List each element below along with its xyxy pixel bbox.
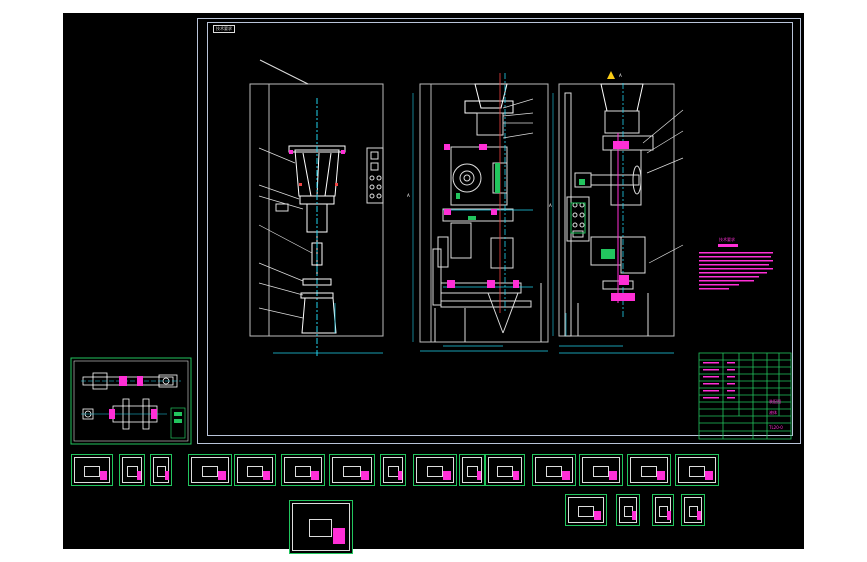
thumbnail-sheet-a-2[interactable]: [119, 454, 145, 486]
notes-title: 技术要求: [719, 237, 735, 242]
thumbnail-accent-mark: [609, 470, 617, 480]
thumbnail-sheet-a-15[interactable]: [675, 454, 719, 486]
title-block-name: 装配图: [769, 399, 781, 404]
left-detail-sheet: [70, 357, 192, 445]
rear-view-accents: [570, 71, 684, 301]
thumbnail-sheet-b-5[interactable]: [681, 494, 705, 526]
thumbnail-drawing-mark: [545, 465, 563, 477]
thumbnail-drawing-mark: [294, 465, 312, 477]
thumbnail-accent-mark: [397, 470, 403, 480]
side-view: [412, 73, 549, 352]
title-block-number: TL20-0: [769, 425, 783, 430]
thumbnail-accent-mark: [512, 470, 520, 480]
thumbnail-accent-mark: [165, 470, 169, 480]
thumbnail-drawing-mark: [497, 465, 513, 477]
thumbnail-sheet-a-7[interactable]: [329, 454, 375, 486]
front-view: [249, 59, 384, 358]
thumbnail-drawing-mark: [688, 465, 706, 477]
thumbnail-sheet-b-2[interactable]: [565, 494, 607, 526]
thumbnail-sheet-a-11[interactable]: [485, 454, 525, 486]
thumbnail-sheet-a-6[interactable]: [281, 454, 325, 486]
thumbnail-accent-mark: [657, 470, 665, 480]
view-label-a-left: A: [407, 193, 410, 198]
thumbnail-accent-mark: [594, 510, 602, 520]
thumbnail-sheet-a-9[interactable]: [413, 454, 457, 486]
thumbnail-drawing-mark: [640, 465, 658, 477]
cad-viewport[interactable]: 技术要求 A A A 技术要求 装配图 液体 TL20-0: [63, 13, 804, 554]
thumbnail-sheet-a-5[interactable]: [234, 454, 276, 486]
thumbnail-drawing-mark: [343, 465, 361, 477]
thumbnail-drawing-mark: [247, 465, 263, 477]
thumbnail-drawing-mark: [592, 465, 610, 477]
thumbnail-accent-mark: [218, 470, 226, 480]
thumbnail-accent-mark: [705, 470, 713, 480]
thumbnail-accent-mark: [632, 510, 637, 520]
thumbnail-sheet-a-14[interactable]: [627, 454, 671, 486]
thumbnail-sheet-a-3[interactable]: [150, 454, 172, 486]
thumbnail-drawing-mark: [426, 465, 444, 477]
thumbnail-accent-mark: [263, 470, 271, 480]
technical-notes: [699, 244, 773, 290]
thumbnail-accent-mark: [443, 470, 451, 480]
thumbnail-sheet-b-4[interactable]: [652, 494, 674, 526]
thumbnail-sheet-a-12[interactable]: [532, 454, 576, 486]
thumbnail-accent-mark: [136, 470, 142, 480]
thumbnail-sheet-a-1[interactable]: [71, 454, 113, 486]
thumbnail-drawing-mark: [308, 519, 333, 537]
thumbnail-drawing-mark: [201, 465, 219, 477]
thumbnail-accent-mark: [697, 510, 702, 520]
thumbnail-accent-mark: [311, 470, 319, 480]
title-block-sub: 液体: [769, 410, 777, 415]
thumbnail-drawing-mark: [578, 505, 594, 517]
view-label-a-right: A: [549, 203, 552, 208]
thumbnail-sheet-a-4[interactable]: [188, 454, 232, 486]
thumbnail-accent-mark: [100, 470, 108, 480]
thumbnail-sheet-b-1[interactable]: [289, 500, 353, 554]
thumbnail-accent-mark: [360, 470, 369, 480]
side-view-accents: [444, 98, 534, 288]
thumbnail-sheet-a-10[interactable]: [459, 454, 485, 486]
thumbnail-accent-mark: [667, 510, 671, 520]
front-view-accents: [299, 183, 338, 186]
thumbnail-accent-mark: [562, 470, 570, 480]
arrow-label: A: [619, 73, 622, 78]
thumbnail-accent-mark: [476, 470, 482, 480]
thumbnail-accent-mark: [333, 528, 345, 544]
thumbnail-sheet-b-3[interactable]: [616, 494, 640, 526]
thumbnail-sheet-a-13[interactable]: [579, 454, 623, 486]
thumbnail-drawing-mark: [84, 465, 100, 477]
thumbnail-sheet-a-8[interactable]: [380, 454, 406, 486]
